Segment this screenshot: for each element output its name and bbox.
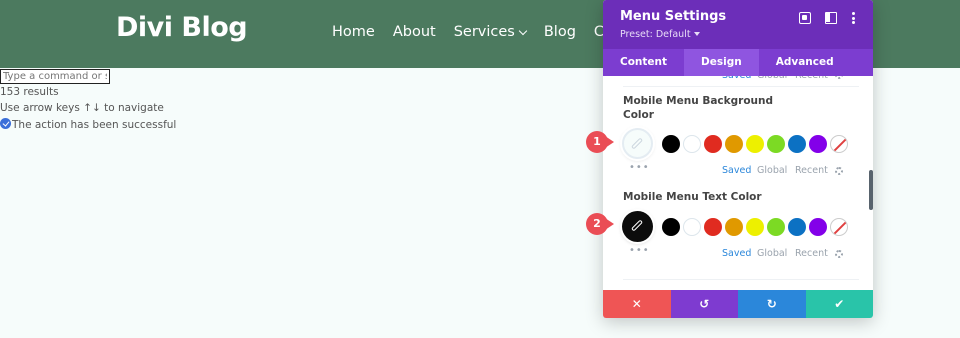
main-nav: Home About Services Blog Cont [332, 24, 646, 40]
prev-saved-tab[interactable]: Saved [722, 76, 751, 81]
global-tab-bg[interactable]: Global [757, 165, 787, 176]
color-swatch[interactable] [788, 135, 806, 153]
eyedropper-icon [630, 219, 644, 232]
color-swatch[interactable] [809, 218, 827, 236]
gear-icon[interactable] [835, 76, 843, 79]
no-color-swatch[interactable] [830, 135, 848, 153]
color-swatch[interactable] [662, 135, 680, 153]
color-swatch[interactable] [809, 135, 827, 153]
more-colors-icon[interactable]: ••• [629, 245, 650, 256]
undo-icon: ↺ [699, 297, 710, 311]
panel-footer: ✕ ↺ ↻ ✔ [603, 290, 873, 318]
chevron-down-icon [518, 26, 528, 35]
more-options-icon[interactable] [850, 12, 856, 24]
save-button[interactable]: ✔ [805, 290, 873, 318]
gear-icon[interactable] [835, 250, 843, 258]
panel-scrollbar[interactable] [869, 170, 873, 210]
tab-advanced[interactable]: Advanced [759, 49, 851, 76]
color-swatch[interactable] [683, 218, 701, 236]
gear-icon[interactable] [835, 167, 843, 175]
eyedropper-icon [630, 137, 644, 150]
undo-button[interactable]: ↺ [670, 290, 738, 318]
field-label-bg-color: Mobile Menu Background Color [623, 95, 773, 121]
check-circle-icon [0, 118, 11, 129]
fullscreen-icon[interactable] [799, 12, 811, 24]
selected-color-swatch-text[interactable] [622, 211, 653, 242]
redo-icon: ↻ [766, 297, 777, 311]
color-swatch[interactable] [725, 218, 743, 236]
nav-blog[interactable]: Blog [544, 24, 576, 40]
success-text: The action has been successful [12, 119, 177, 131]
color-swatch[interactable] [725, 135, 743, 153]
caret-down-icon [693, 32, 700, 36]
panel-title: Menu Settings [620, 9, 727, 24]
color-swatch[interactable] [704, 135, 722, 153]
command-search-input[interactable] [0, 69, 110, 84]
navigation-hint: Use arrow keys ↑↓ to navigate [0, 102, 164, 114]
global-tab-text[interactable]: Global [757, 248, 787, 259]
color-swatch[interactable] [767, 135, 785, 153]
menu-settings-panel: Menu Settings Preset: Default Content De… [603, 0, 873, 318]
preset-dropdown[interactable]: Preset: Default [620, 29, 700, 40]
nav-home[interactable]: Home [332, 24, 375, 40]
tab-content[interactable]: Content [603, 49, 684, 76]
nav-blog-label: Blog [543, 24, 576, 40]
callout-badge-2: 2 [586, 213, 614, 235]
results-count: 153 results [0, 86, 59, 98]
color-swatch[interactable] [767, 218, 785, 236]
recent-tab-bg[interactable]: Recent [795, 165, 828, 176]
panel-header: Menu Settings Preset: Default [603, 0, 873, 49]
success-message: The action has been successful [0, 118, 176, 131]
panel-content: Saved Global Recent Mobile Menu Backgrou… [603, 76, 873, 290]
recent-tab-text[interactable]: Recent [795, 248, 828, 259]
nav-services[interactable]: Services [453, 24, 528, 40]
nav-home-label: Home [332, 24, 375, 40]
discard-button[interactable]: ✕ [603, 290, 671, 318]
color-swatch[interactable] [746, 135, 764, 153]
split-view-icon[interactable] [825, 12, 837, 24]
more-colors-icon[interactable]: ••• [629, 162, 650, 173]
field-label-text-color: Mobile Menu Text Color [623, 191, 762, 203]
preset-label: Preset: Default [620, 29, 691, 40]
color-swatch[interactable] [704, 218, 722, 236]
site-logo[interactable]: Divi Blog [116, 12, 248, 43]
nav-about-label: About [392, 24, 436, 40]
divider [623, 86, 859, 87]
nav-about[interactable]: About [393, 24, 436, 40]
prev-recent-tab[interactable]: Recent [795, 76, 828, 81]
close-icon: ✕ [631, 297, 642, 311]
saved-tab-bg[interactable]: Saved [722, 165, 751, 176]
redo-button[interactable]: ↻ [738, 290, 806, 318]
selected-color-swatch-bg[interactable] [622, 128, 653, 159]
prev-global-tab[interactable]: Global [757, 76, 787, 81]
color-swatch[interactable] [662, 218, 680, 236]
color-swatch[interactable] [746, 218, 764, 236]
no-color-swatch[interactable] [830, 218, 848, 236]
divider [623, 279, 859, 280]
callout-badge-1: 1 [586, 131, 614, 153]
nav-services-label: Services [453, 24, 515, 40]
color-swatch[interactable] [788, 218, 806, 236]
color-swatch[interactable] [683, 135, 701, 153]
saved-tab-text[interactable]: Saved [722, 248, 751, 259]
check-icon: ✔ [834, 297, 845, 311]
panel-tabs: Content Design Advanced [603, 49, 873, 76]
tab-design[interactable]: Design [684, 49, 759, 76]
